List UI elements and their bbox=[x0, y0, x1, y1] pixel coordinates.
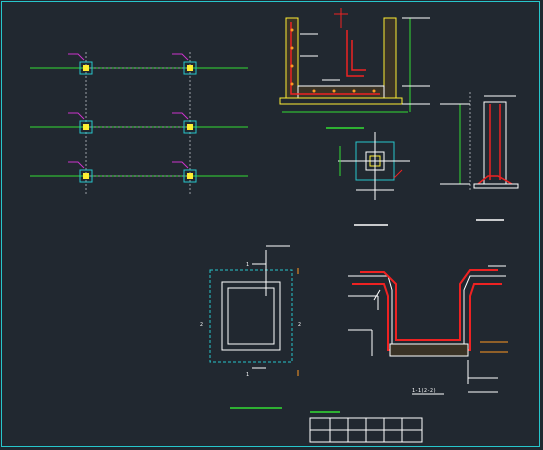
footing-plan-detail bbox=[338, 132, 410, 226]
column-footing-mark bbox=[172, 161, 197, 183]
section-mark-right: 2 bbox=[298, 322, 301, 328]
pit-plan-detail: 1 1 2 2 bbox=[200, 245, 340, 413]
pit-section-detail: 1-1(2-2) bbox=[348, 265, 508, 395]
section-mark-left: 2 bbox=[200, 322, 203, 328]
wall-section-detail bbox=[279, 8, 430, 129]
column-section-detail bbox=[440, 92, 519, 221]
pit-section-caption: 1-1(2-2) bbox=[412, 388, 436, 394]
column-footing-mark bbox=[172, 112, 197, 134]
cad-drawing: 1 1 2 2 1-1(2-2) bbox=[30, 8, 519, 443]
cad-drawing-canvas: 1 1 2 2 1-1(2-2) bbox=[0, 0, 543, 450]
column-footing-mark bbox=[68, 53, 93, 75]
column-footing-mark bbox=[172, 53, 197, 75]
column-footing-mark bbox=[68, 112, 93, 134]
section-mark-bottom: 1 bbox=[246, 372, 249, 378]
section-mark-top: 1 bbox=[246, 262, 249, 268]
column-grid-plan bbox=[30, 52, 248, 195]
title-block bbox=[309, 417, 423, 443]
column-footing-mark bbox=[68, 161, 93, 183]
